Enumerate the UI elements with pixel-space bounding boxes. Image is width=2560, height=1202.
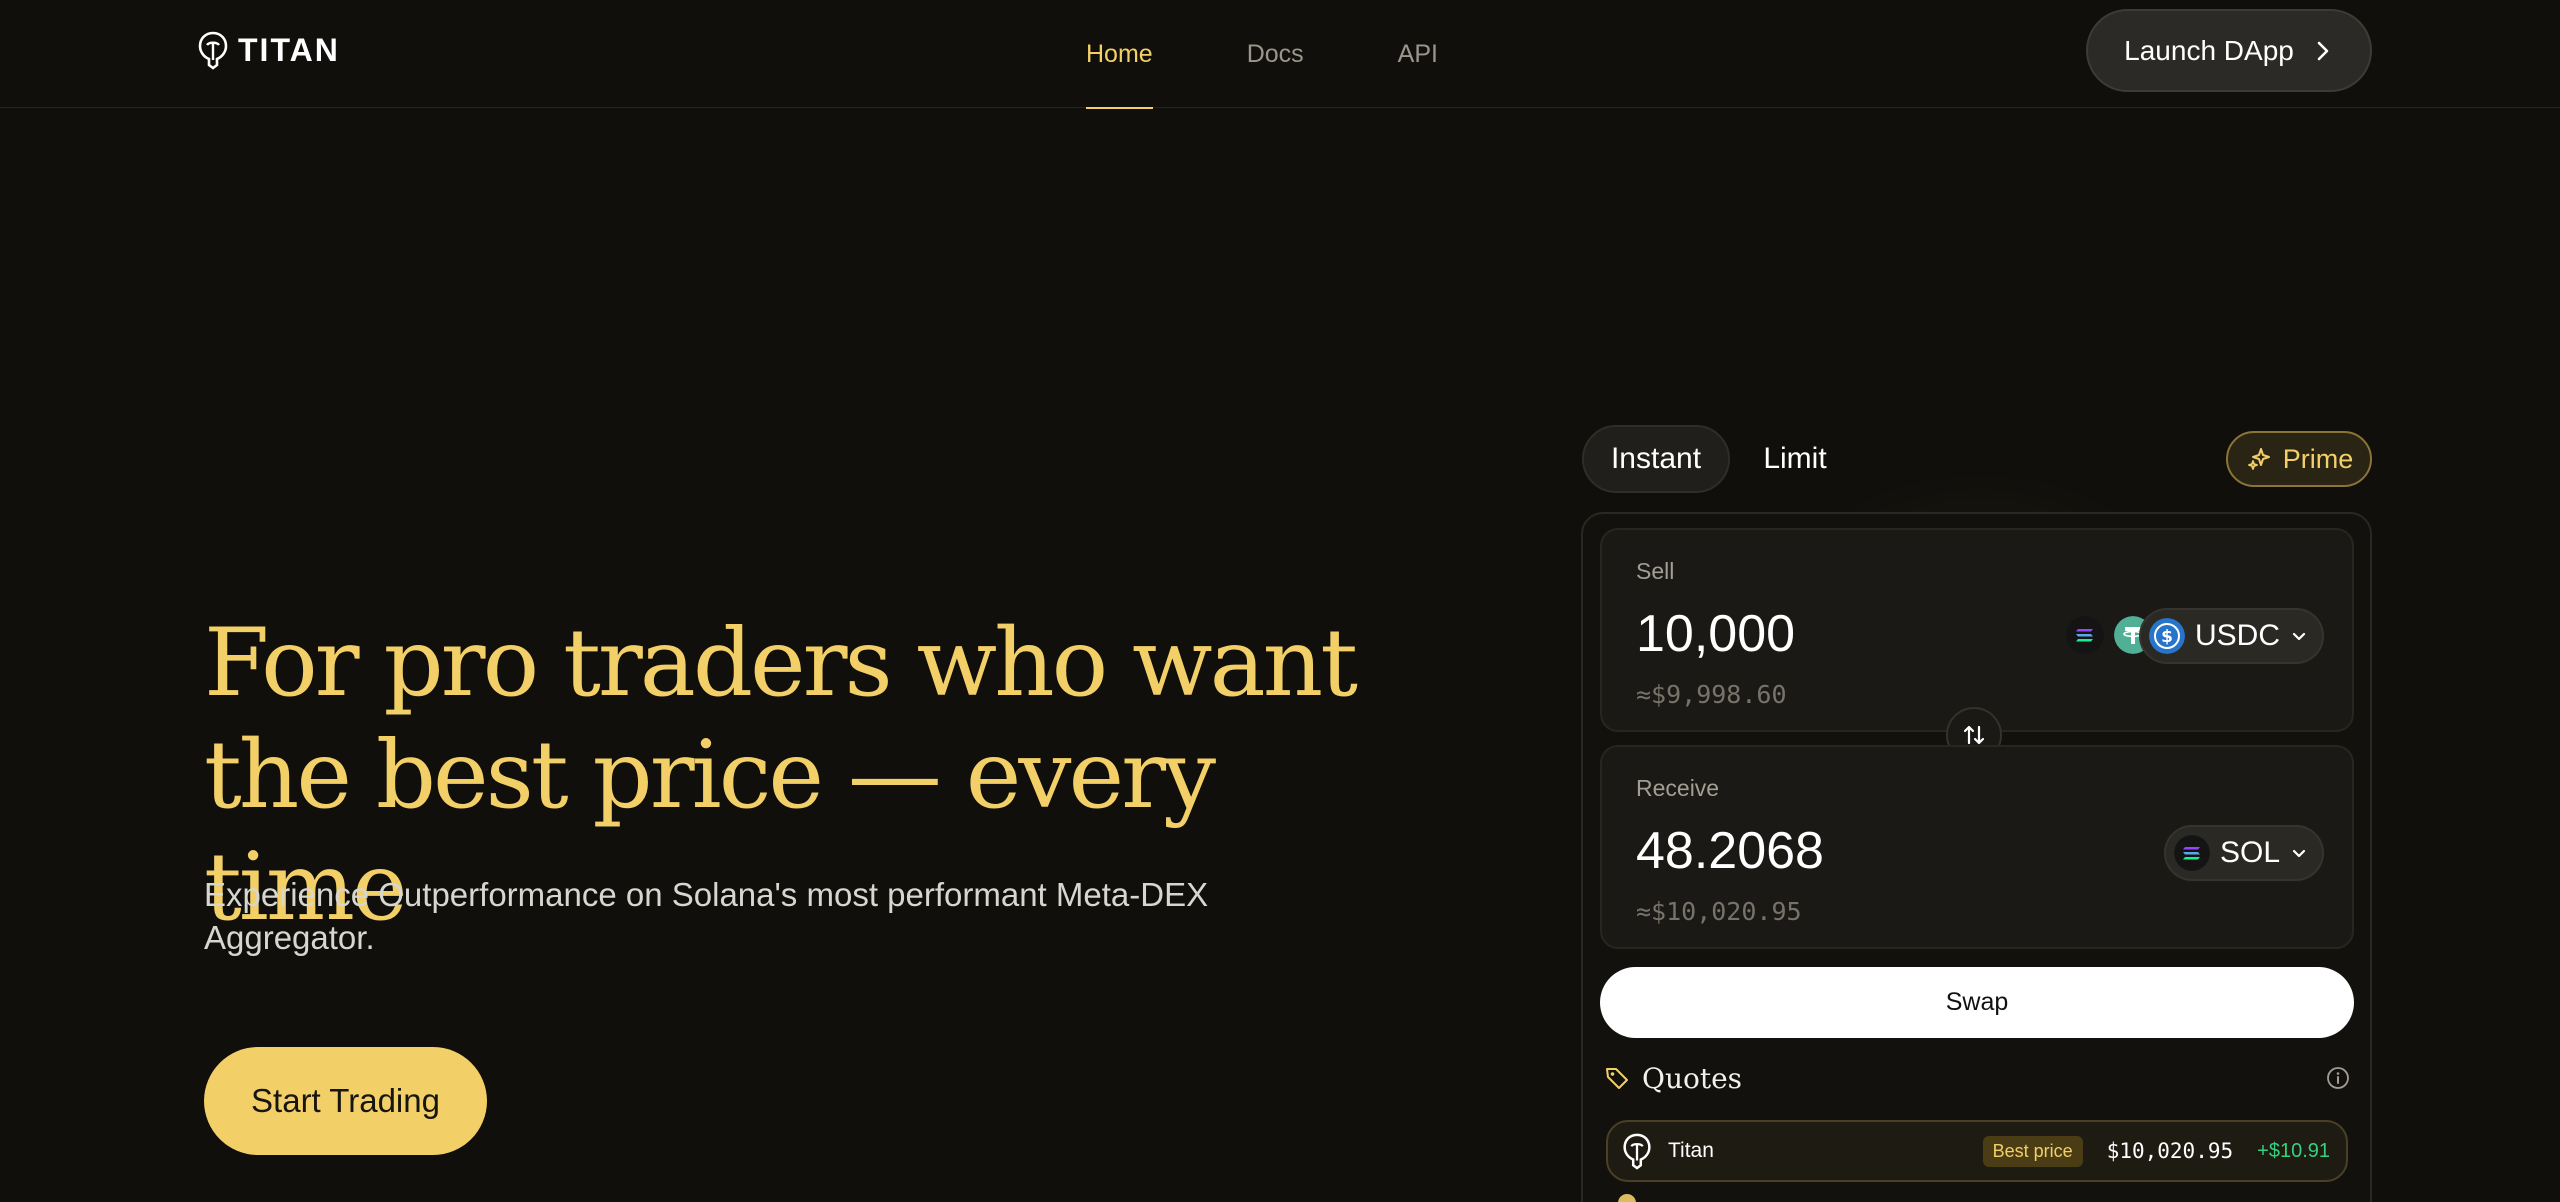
receive-token-select[interactable]: SOL: [2163, 825, 2324, 881]
titan-logo-icon: [198, 31, 228, 70]
main-nav: Home Docs API: [1086, 0, 1532, 109]
usdc-coin-icon: $: [2148, 618, 2185, 654]
chevron-down-icon: [2292, 849, 2306, 858]
receive-panel: Receive 48.2068 ≈$10,020.95 SOL: [1600, 745, 2354, 949]
sell-token-select[interactable]: $ USDC: [2138, 608, 2324, 664]
quote-provider-name: Titan: [1668, 1139, 1714, 1162]
quote-price: $10,020.95: [2106, 1139, 2234, 1163]
best-price-badge: Best price: [1982, 1135, 2083, 1167]
sparkle-icon: [2247, 448, 2270, 470]
tab-instant[interactable]: Instant: [1582, 425, 1730, 493]
launch-dapp-button[interactable]: Launch DApp: [2086, 9, 2372, 92]
tab-limit[interactable]: Limit: [1742, 425, 1848, 493]
quotes-header: Quotes: [1604, 1058, 2350, 1098]
sell-amount-input[interactable]: 10,000: [1636, 604, 1795, 664]
receive-token-symbol: SOL: [2219, 836, 2280, 869]
sell-token-symbol: USDC: [2194, 619, 2280, 652]
price-tag-icon: [1606, 1068, 1628, 1089]
quote-difference: +$10.91: [2257, 1139, 2330, 1162]
prime-label: Prime: [2282, 443, 2354, 474]
info-icon[interactable]: [2326, 1066, 2350, 1090]
prime-button[interactable]: Prime: [2226, 431, 2372, 487]
nav-link-docs[interactable]: Docs: [1247, 0, 1304, 108]
titan-logo-icon: [1623, 1133, 1651, 1170]
nav-link-api[interactable]: API: [1398, 0, 1438, 108]
swap-button[interactable]: Swap: [1600, 967, 2354, 1038]
receive-label: Receive: [1636, 775, 1720, 801]
sell-usd-value: ≈$9,998.60: [1636, 680, 1787, 709]
sell-label: Sell: [1636, 558, 1675, 584]
hero-subtitle: Experience Outperformance on Solana's mo…: [204, 876, 1209, 956]
start-trading-button[interactable]: Start Trading: [204, 1047, 487, 1155]
launch-dapp-label: Launch DApp: [2124, 34, 2294, 66]
sell-panel: Sell 10,000 ≈$9,998.60 $ USDC: [1600, 528, 2354, 732]
nav-link-home[interactable]: Home: [1086, 0, 1153, 109]
svg-text:$: $: [2161, 627, 2173, 647]
brand-name: TITAN: [238, 31, 340, 68]
receive-amount: 48.2068: [1636, 822, 1824, 880]
receive-usd-value: ≈$10,020.95: [1636, 897, 1802, 926]
titan-logo[interactable]: TITAN: [196, 28, 340, 72]
sol-coin-icon[interactable]: [2066, 616, 2104, 654]
top-nav: TITAN Home Docs API Launch DApp: [0, 0, 2560, 109]
quotes-title: Quotes: [1642, 1061, 1743, 1095]
quote-row[interactable]: Titan Best price $10,020.95 +$10.91: [1606, 1120, 2348, 1182]
chevron-down-icon: [2292, 632, 2306, 641]
sol-coin-icon: [2173, 835, 2210, 871]
chevron-right-icon: [2317, 41, 2329, 60]
